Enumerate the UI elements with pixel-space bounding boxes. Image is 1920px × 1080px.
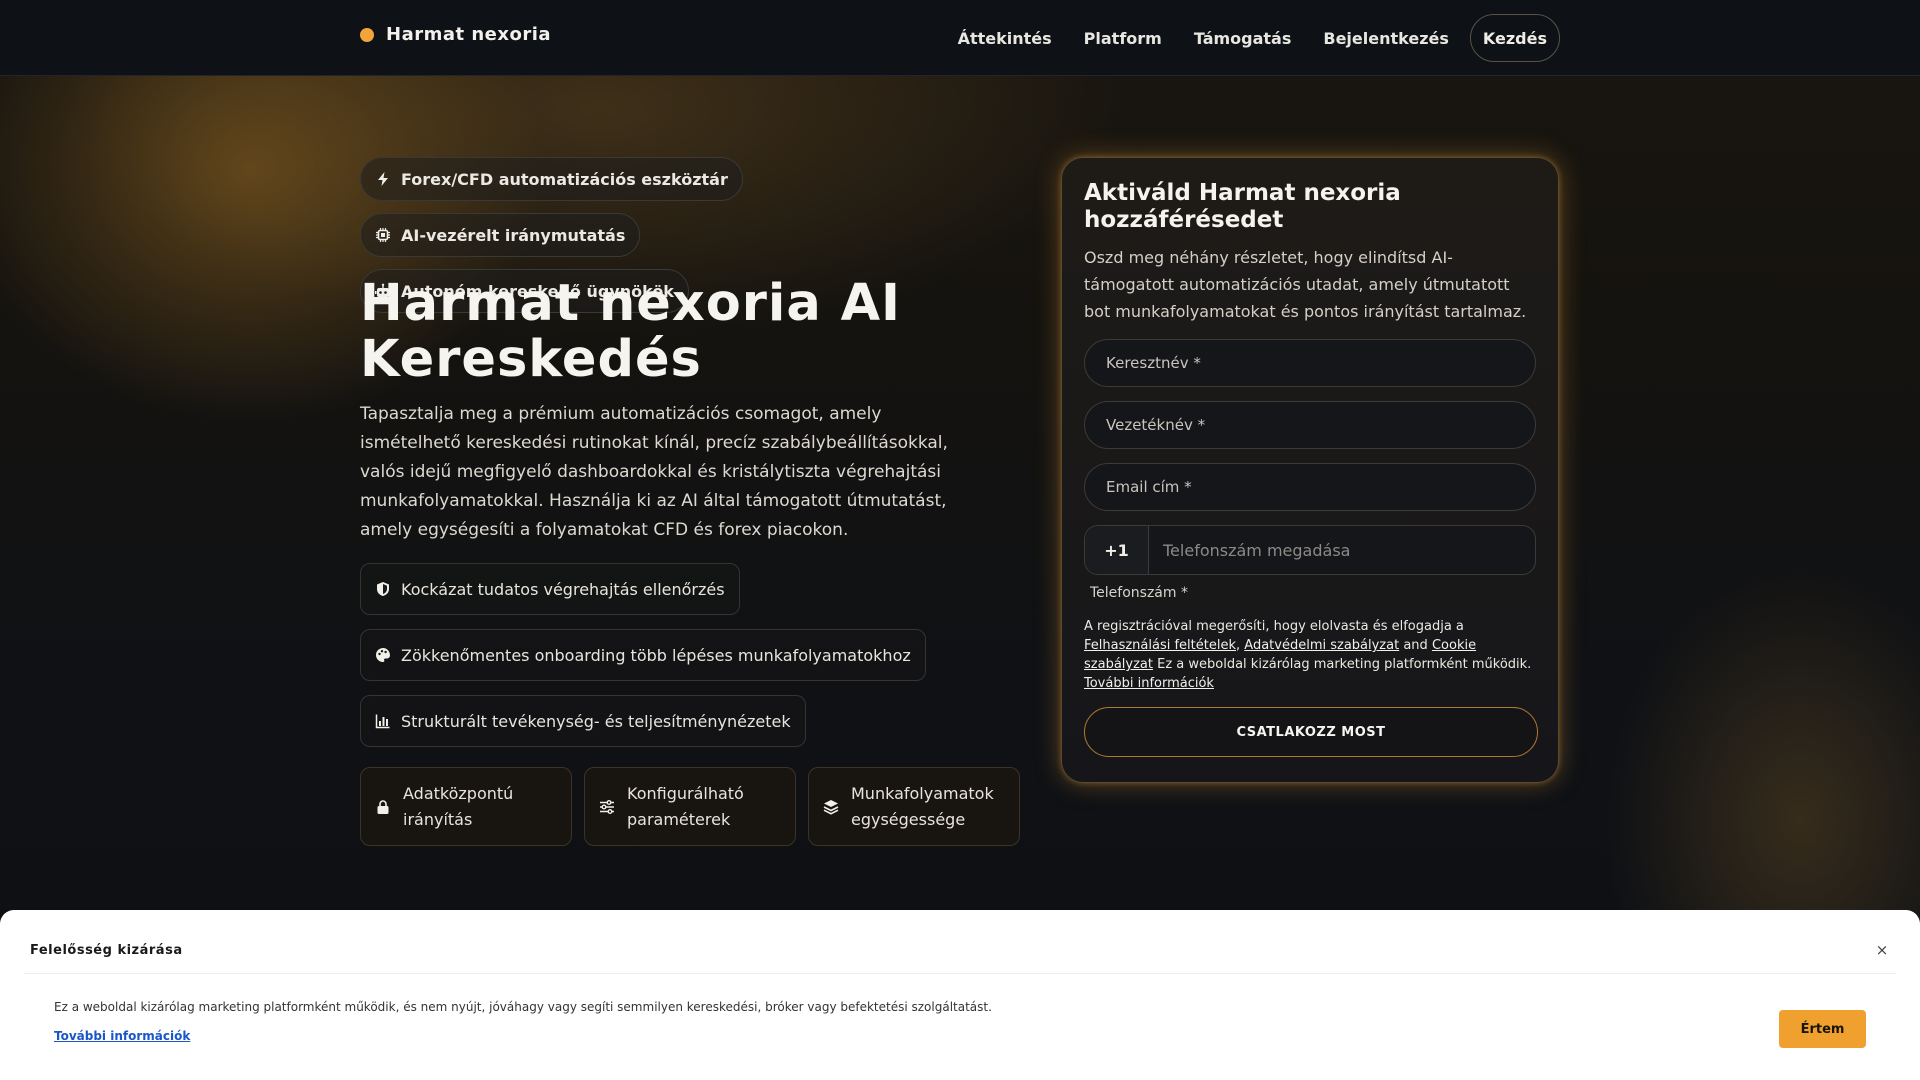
last-name-field	[1084, 401, 1536, 449]
card-label: Konfigurálható paraméterek	[627, 783, 744, 829]
card-label: Adatközpontú irányítás	[403, 783, 514, 829]
top-navbar: Harmat nexoria Áttekintés Platform Támog…	[0, 0, 1920, 76]
form-description: Oszd meg néhány részletet, hogy elindíts…	[1084, 248, 1527, 321]
last-name-input[interactable]	[1106, 416, 1514, 434]
email-input[interactable]	[1106, 478, 1514, 496]
feature-label: Strukturált tevékenység- és teljesítmény…	[401, 711, 791, 731]
phone-input[interactable]	[1149, 526, 1535, 574]
chip-icon	[375, 227, 391, 243]
email-field	[1084, 463, 1536, 511]
lock-icon	[375, 799, 391, 815]
phone-label: Telefonszám *	[1090, 585, 1188, 601]
disclaimer-title: Felelősség kizárása	[30, 943, 183, 958]
nav-link-platform[interactable]: Platform	[1073, 15, 1173, 62]
feature-structured-views: Strukturált tevékenység- és teljesítmény…	[360, 695, 806, 747]
palette-icon	[375, 647, 391, 663]
terms-comma: ,	[1236, 638, 1241, 653]
card-data-driven: Adatközpontú irányítás	[360, 767, 572, 846]
disclaimer-more-info-link[interactable]: További információk	[54, 1029, 190, 1043]
feature-cards: Adatközpontú irányítás Konfigurálható pa…	[360, 767, 1020, 846]
nav-link-attekintes[interactable]: Áttekintés	[947, 15, 1063, 62]
pill-automation-toolkit: Forex/CFD automatizációs eszköztár	[360, 157, 743, 201]
feature-onboarding: Zökkenőmentes onboarding több lépéses mu…	[360, 629, 926, 681]
disclaimer-banner: Felelősség kizárása × Ez a weboldal kizá…	[0, 910, 1920, 1080]
sliders-icon	[599, 799, 615, 815]
nav-link-bejelentkezes[interactable]: Bejelentkezés	[1312, 15, 1460, 62]
phone-field: +1	[1084, 525, 1536, 575]
chart-icon	[375, 713, 391, 729]
terms-prefix: A regisztrációval megerősíti, hogy elolv…	[1084, 619, 1464, 634]
pill-label: Forex/CFD automatizációs eszköztár	[401, 169, 728, 189]
card-configurable: Konfigurálható paraméterek	[584, 767, 796, 846]
close-icon[interactable]: ×	[1874, 941, 1890, 959]
terms-and: and	[1403, 638, 1428, 653]
pill-ai-guidance: AI-vezérelt iránymutatás	[360, 213, 641, 257]
nav-link-tamogatas[interactable]: Támogatás	[1183, 15, 1303, 62]
signup-form-card: Aktiváld Harmat nexoria hozzáférésedet O…	[1061, 157, 1559, 783]
layers-icon	[823, 799, 839, 815]
lightning-icon	[375, 171, 391, 187]
brand-name: Harmat nexoria	[386, 24, 552, 45]
disclaimer-text: Ez a weboldal kizárólag marketing platfo…	[54, 1000, 992, 1014]
form-title: Aktiváld Harmat nexoria hozzáférésedet	[1084, 180, 1401, 233]
phone-country-code[interactable]: +1	[1085, 526, 1149, 574]
terms-link[interactable]: Felhasználási feltételek	[1084, 638, 1236, 653]
brand-dot-icon	[360, 27, 374, 42]
shield-icon	[375, 581, 391, 597]
first-name-field	[1084, 339, 1536, 387]
hero-description: Tapasztalja meg a prémium automatizációs…	[360, 404, 948, 540]
first-name-input[interactable]	[1106, 354, 1514, 372]
hero-title: Harmat nexoria AI Kereskedés	[360, 274, 902, 389]
nav-links: Áttekintés Platform Támogatás Bejelentke…	[947, 14, 1560, 62]
feature-label: Kockázat tudatos végrehajtás ellenőrzés	[401, 579, 725, 599]
disclaimer-header	[24, 910, 1896, 974]
card-label: Munkafolyamatok egységessége	[851, 783, 994, 829]
terms-suffix: Ez a weboldal kizárólag marketing platfo…	[1157, 657, 1532, 672]
feature-label: Zökkenőmentes onboarding több lépéses mu…	[401, 645, 911, 665]
terms-text: A regisztrációval megerősíti, hogy elolv…	[1084, 617, 1544, 693]
feature-list: Kockázat tudatos végrehajtás ellenőrzés …	[360, 563, 926, 747]
nav-start-button[interactable]: Kezdés	[1469, 14, 1560, 62]
card-workflow-consistency: Munkafolyamatok egységessége	[808, 767, 1020, 846]
feature-risk-control: Kockázat tudatos végrehajtás ellenőrzés	[360, 563, 740, 615]
brand-logo[interactable]: Harmat nexoria	[360, 24, 551, 45]
disclaimer-accept-button[interactable]: Értem	[1779, 1010, 1866, 1048]
privacy-link[interactable]: Adatvédelmi szabályzat	[1244, 638, 1399, 653]
join-now-button[interactable]: CSATLAKOZZ MOST	[1084, 707, 1538, 757]
more-info-link[interactable]: További információk	[1084, 676, 1214, 691]
pill-label: AI-vezérelt iránymutatás	[401, 225, 626, 245]
